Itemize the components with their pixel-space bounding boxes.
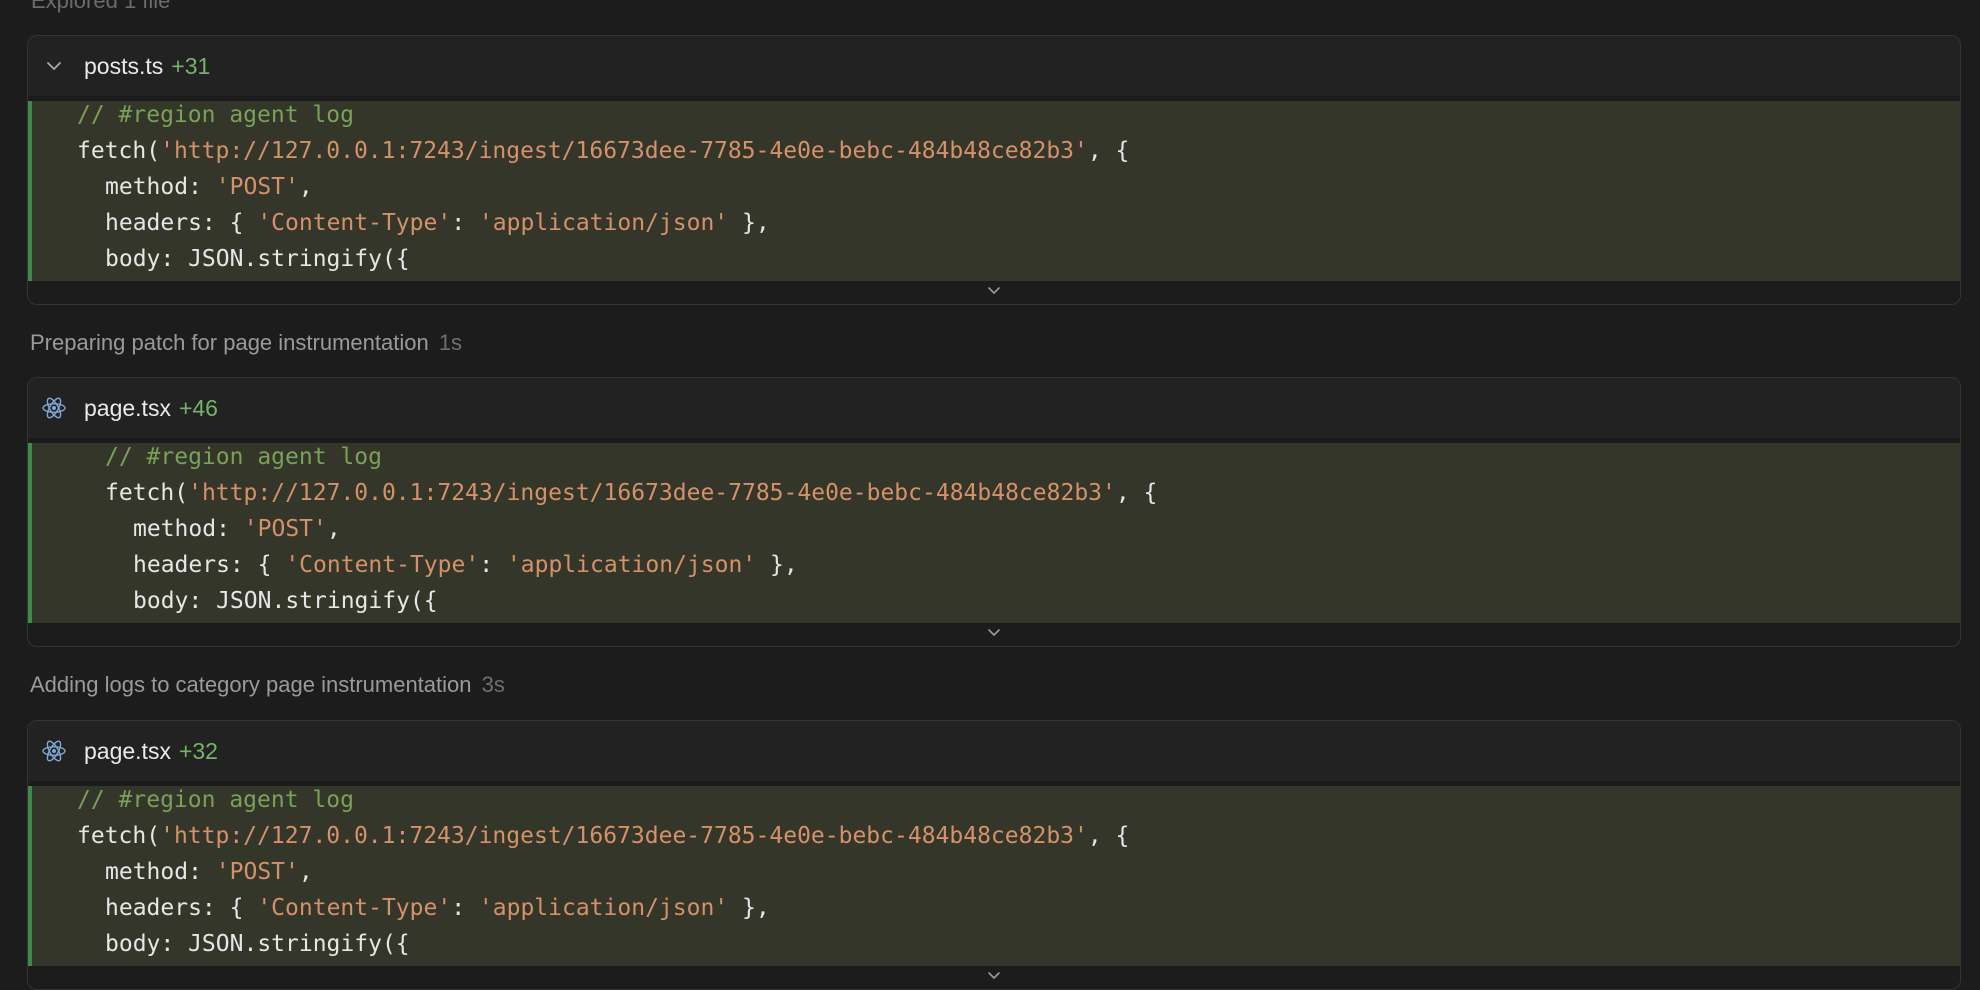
chevron-down-icon[interactable] [40, 52, 68, 80]
code-headers-ct-key: 'Content-Type' [257, 895, 452, 921]
added-lines-count: +46 [178, 395, 218, 421]
step-duration: 1s [438, 330, 463, 355]
step-duration: 3s [481, 672, 505, 697]
file-name[interactable]: page.tsx [84, 738, 171, 764]
code-headers-line: headers: { 'Content-Type': 'application/… [105, 894, 770, 922]
code-method-key: method: [105, 859, 216, 885]
code-fetch-prefix: fetch( [105, 480, 189, 506]
react-icon [40, 737, 68, 765]
code-headers-key: headers: { [105, 210, 258, 236]
code-comment: // #region agent log [77, 787, 354, 813]
code-headers-end: }, [728, 895, 770, 921]
code-diff-block: // #region agent log fetch('http://127.0… [28, 101, 1960, 281]
code-headers-key: headers: { [133, 552, 286, 578]
code-diff-block: // #region agent log fetch('http://127.0… [28, 443, 1960, 623]
code-headers-colon: : [451, 210, 479, 236]
code-headers-ct-value: 'application/json' [478, 895, 729, 921]
code-diff-block: // #region agent log fetch('http://127.0… [28, 786, 1960, 966]
code-headers-line: headers: { 'Content-Type': 'application/… [133, 551, 798, 579]
code-method-value: 'POST' [215, 174, 299, 200]
expand-diff-button[interactable] [28, 281, 1960, 304]
code-headers-end: }, [756, 552, 798, 578]
code-fetch-prefix: fetch( [77, 138, 161, 164]
added-lines-count: +31 [171, 53, 211, 79]
file-name-row[interactable]: page.tsx +32 [84, 738, 218, 765]
step-status: Preparing patch for page instrumentation… [30, 330, 462, 356]
code-method-end: , [298, 174, 313, 200]
diff-card-posts: posts.ts +31 // #region agent log fetch('… [27, 35, 1961, 305]
code-headers-key: headers: { [105, 895, 258, 921]
code-body-line: body: JSON.stringify({ [105, 931, 410, 957]
code-fetch-url: 'http://127.0.0.1:7243/ingest/16673dee-7… [160, 823, 1088, 849]
code-fetch-url: 'http://127.0.0.1:7243/ingest/16673dee-7… [188, 480, 1116, 506]
code-fetch-line: fetch('http://127.0.0.1:7243/ingest/1667… [105, 479, 1157, 507]
chevron-down-icon [986, 626, 1002, 645]
code-method-value: 'POST' [243, 516, 327, 542]
step-status: Adding logs to category page instrumenta… [30, 672, 505, 698]
code-method-end: , [298, 859, 313, 885]
chevron-down-icon [986, 284, 1002, 303]
file-name[interactable]: page.tsx [84, 395, 171, 421]
code-comment: // #region agent log [105, 444, 382, 470]
diff-card-header[interactable]: page.tsx +46 [28, 378, 1960, 438]
code-fetch-suffix: , { [1087, 138, 1130, 164]
code-method-key: method: [105, 174, 216, 200]
code-headers-ct-key: 'Content-Type' [285, 552, 480, 578]
code-method-line: method: 'POST', [105, 173, 313, 201]
added-lines-count: +32 [178, 738, 218, 764]
file-name-row[interactable]: posts.ts +31 [84, 53, 210, 80]
code-headers-ct-value: 'application/json' [506, 552, 757, 578]
file-name[interactable]: posts.ts [84, 53, 163, 79]
code-fetch-line: fetch('http://127.0.0.1:7243/ingest/1667… [77, 137, 1129, 165]
code-fetch-prefix: fetch( [77, 823, 161, 849]
code-method-line: method: 'POST', [105, 858, 313, 886]
code-headers-ct-key: 'Content-Type' [257, 210, 452, 236]
expand-diff-button[interactable] [28, 966, 1960, 989]
code-fetch-url: 'http://127.0.0.1:7243/ingest/16673dee-7… [160, 138, 1088, 164]
code-comment: // #region agent log [77, 102, 354, 128]
code-method-line: method: 'POST', [133, 515, 341, 543]
diff-card-page: page.tsx +46 // #region agent log fetch('… [27, 377, 1961, 647]
code-headers-line: headers: { 'Content-Type': 'application/… [105, 209, 770, 237]
diff-card-page: page.tsx +32 // #region agent log fetch('… [27, 720, 1961, 990]
code-fetch-suffix: , { [1115, 480, 1158, 506]
code-headers-end: }, [728, 210, 770, 236]
code-method-value: 'POST' [215, 859, 299, 885]
react-icon [40, 394, 68, 422]
explored-label: Explored 1 file [31, 0, 171, 13]
chevron-down-icon [986, 969, 1002, 988]
code-headers-colon: : [479, 552, 507, 578]
code-method-key: method: [133, 516, 244, 542]
file-name-row[interactable]: page.tsx +46 [84, 395, 218, 422]
code-method-end: , [326, 516, 341, 542]
diff-card-header[interactable]: page.tsx +32 [28, 721, 1960, 781]
step-label: Preparing patch for page instrumentation [30, 330, 429, 355]
code-headers-colon: : [451, 895, 479, 921]
code-body-line: body: JSON.stringify({ [133, 588, 438, 614]
step-label: Adding logs to category page instrumenta… [30, 672, 472, 697]
code-headers-ct-value: 'application/json' [478, 210, 729, 236]
code-fetch-suffix: , { [1087, 823, 1130, 849]
code-body-line: body: JSON.stringify({ [105, 246, 410, 272]
diff-card-header[interactable]: posts.ts +31 [28, 36, 1960, 96]
expand-diff-button[interactable] [28, 623, 1960, 646]
code-fetch-line: fetch('http://127.0.0.1:7243/ingest/1667… [77, 822, 1129, 850]
